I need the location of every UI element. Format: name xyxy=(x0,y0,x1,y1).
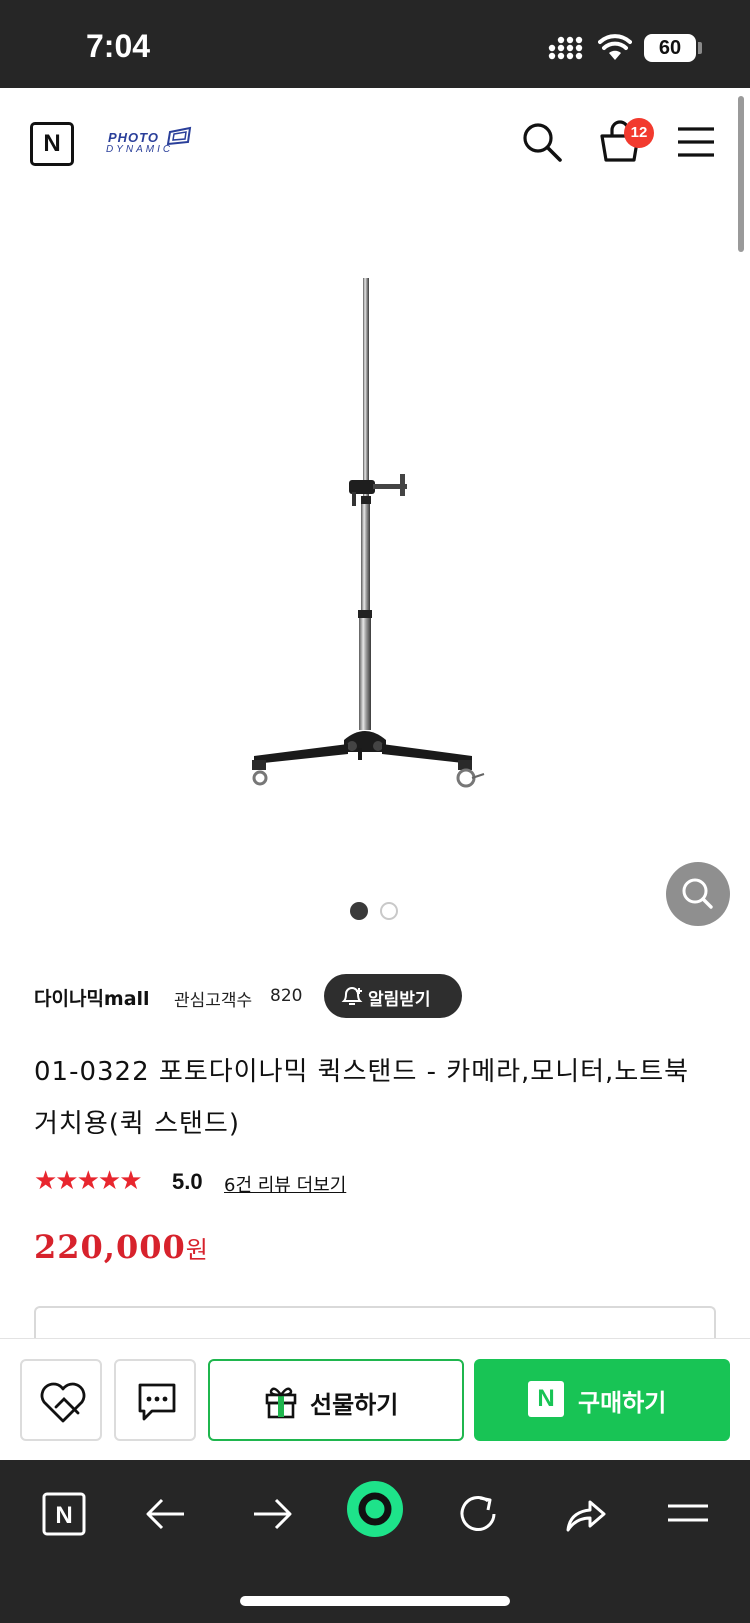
cellular-signal-icon xyxy=(548,36,588,60)
talk-talk-button[interactable] xyxy=(114,1359,196,1441)
battery-indicator: 60 xyxy=(644,34,696,62)
price-row: 220,000원 xyxy=(34,1228,208,1266)
bell-plus-icon xyxy=(340,985,364,1007)
brand-logo-line2: DYNAMIC xyxy=(106,144,174,155)
reviews-link[interactable]: 6건 리뷰 더보기 xyxy=(224,1171,346,1197)
arrow-right-icon xyxy=(254,1498,292,1530)
hamburger-menu-icon xyxy=(678,127,714,157)
share-button[interactable] xyxy=(556,1486,612,1542)
product-image[interactable] xyxy=(240,270,510,816)
price-currency: 원 xyxy=(185,1236,208,1264)
forward-button[interactable] xyxy=(244,1486,300,1542)
green-dot-button[interactable] xyxy=(346,1480,404,1538)
refresh-icon xyxy=(460,1496,496,1531)
gift-icon xyxy=(264,1383,298,1419)
store-info: 다이나믹mall 관심고객수 820 알림받기 xyxy=(34,972,724,1020)
browser-home-button[interactable]: N xyxy=(36,1486,92,1542)
browser-home-logo-text: N xyxy=(55,1502,72,1529)
purchase-bar: 선물하기 N 구매하기 xyxy=(0,1338,750,1460)
rating-score: 5.0 xyxy=(172,1169,203,1194)
naver-home-logo[interactable]: N xyxy=(30,122,74,166)
battery-tip xyxy=(698,42,702,54)
store-name[interactable]: 다이나믹mall xyxy=(34,984,150,1011)
follower-count: 820 xyxy=(270,986,303,1006)
brand-logo-line1: PHOTO xyxy=(108,130,159,145)
green-dot-icon xyxy=(347,1481,403,1537)
star-rating: ★★★★★ xyxy=(34,1166,143,1196)
search-button[interactable] xyxy=(520,120,564,164)
zoom-icon xyxy=(682,878,713,909)
gift-button[interactable]: 선물하기 xyxy=(208,1359,464,1441)
photodynamic-logo[interactable]: PHOTO DYNAMIC xyxy=(104,126,200,160)
wishlist-button[interactable] xyxy=(20,1359,102,1441)
search-icon xyxy=(523,123,562,162)
heart-check-icon xyxy=(40,1382,86,1423)
refresh-button[interactable] xyxy=(450,1486,506,1542)
pagination-dot-1[interactable] xyxy=(350,902,368,920)
page-scrollbar[interactable] xyxy=(738,96,744,252)
naver-n-icon: N xyxy=(42,1492,86,1536)
menu-button[interactable] xyxy=(676,126,716,158)
buy-button[interactable]: N 구매하기 xyxy=(474,1359,730,1441)
rating-row: ★★★★★ 5.0 6건 리뷰 더보기 xyxy=(34,1166,634,1196)
alarm-subscribe-button[interactable]: 알림받기 xyxy=(324,974,462,1018)
back-button[interactable] xyxy=(138,1486,194,1542)
follower-label: 관심고객수 xyxy=(174,991,253,1011)
status-bar: 7:04 60 xyxy=(0,0,750,88)
wifi-icon xyxy=(598,34,632,62)
alarm-subscribe-label: 알림받기 xyxy=(368,990,431,1010)
status-time: 7:04 xyxy=(86,28,151,64)
chat-bubble-icon xyxy=(138,1383,176,1421)
home-indicator[interactable] xyxy=(240,1596,510,1606)
menu-lines-icon xyxy=(668,1504,708,1522)
naver-pay-n-icon: N xyxy=(528,1381,564,1417)
gift-button-label: 선물하기 xyxy=(310,1391,399,1419)
arrow-left-icon xyxy=(146,1498,184,1530)
share-arrow-icon xyxy=(566,1500,606,1532)
buy-button-label: 구매하기 xyxy=(578,1389,667,1417)
browser-menu-button[interactable] xyxy=(660,1486,716,1542)
zoom-button[interactable] xyxy=(666,862,730,926)
pagination-dot-2[interactable] xyxy=(380,902,398,920)
product-title: 01-0322 포토다이나믹 퀵스탠드 - 카메라,모니터,노트북 거치용(퀵 … xyxy=(34,1057,690,1139)
cart-count-badge: 12 xyxy=(624,118,654,148)
product-price: 220,000 xyxy=(34,1228,186,1266)
